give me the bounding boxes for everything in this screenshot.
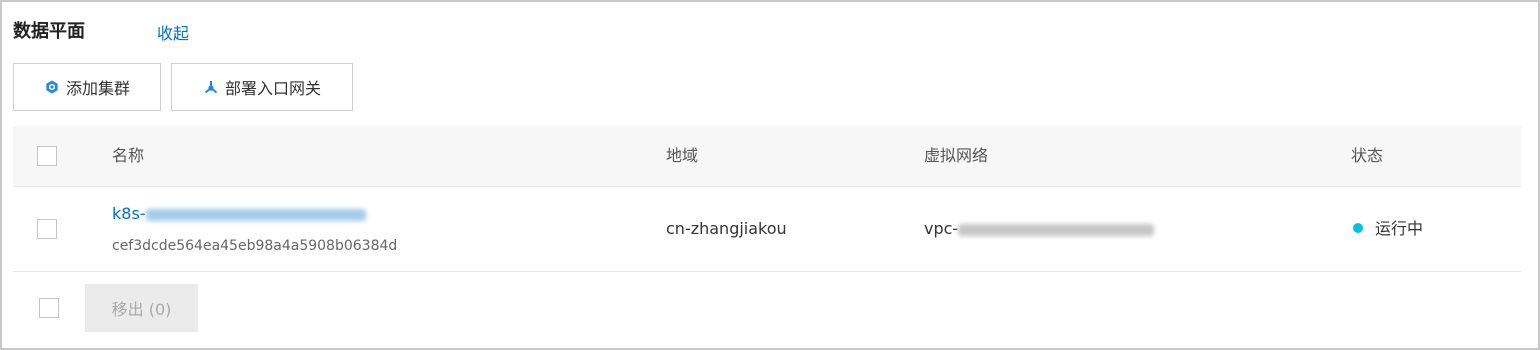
add-cluster-label: 添加集群 — [65, 79, 130, 98]
data-plane-panel: 数据平面 收起 添加集群 部署入口网关 名称 地域 虚拟网络 状态 k8s- c… — [0, 0, 1540, 350]
section-title: 数据平面 — [13, 21, 85, 42]
column-header-status: 状态 — [1351, 146, 1384, 165]
vpc-value: vpc- — [924, 218, 1155, 240]
redacted-cluster-name — [145, 208, 366, 221]
table-header: 名称 地域 虚拟网络 状态 — [13, 126, 1521, 187]
select-all-checkbox[interactable] — [37, 146, 57, 166]
collapse-link[interactable]: 收起 — [157, 23, 189, 45]
deploy-gateway-button[interactable]: 部署入口网关 — [171, 63, 353, 111]
gateway-icon — [203, 79, 219, 95]
region-value: cn-zhangjiakou — [666, 219, 787, 238]
cluster-table: 名称 地域 虚拟网络 状态 k8s- cef3dcde564ea45eb98a4… — [13, 126, 1521, 272]
status-cell: 运行中 — [1353, 218, 1423, 240]
redacted-vpc-id — [958, 223, 1155, 236]
column-header-name: 名称 — [112, 146, 145, 165]
footer-select-all-checkbox[interactable] — [39, 298, 59, 318]
cluster-name-link[interactable]: k8s- — [112, 203, 366, 225]
column-header-vpc: 虚拟网络 — [924, 146, 989, 165]
add-cluster-button[interactable]: 添加集群 — [13, 63, 161, 111]
column-header-region: 地域 — [666, 146, 699, 165]
cluster-name-prefix[interactable]: k8s- — [112, 204, 146, 223]
status-text: 运行中 — [1375, 219, 1424, 238]
table-row: k8s- cef3dcde564ea45eb98a4a5908b06384d c… — [13, 187, 1521, 272]
remove-button[interactable]: 移出 (0) — [85, 284, 198, 332]
deploy-gateway-label: 部署入口网关 — [224, 79, 321, 98]
vpc-prefix: vpc- — [924, 219, 959, 238]
status-running-icon — [1353, 222, 1363, 233]
cluster-icon — [44, 79, 60, 95]
row-checkbox[interactable] — [37, 219, 57, 239]
cluster-id: cef3dcde564ea45eb98a4a5908b06384d — [112, 238, 398, 254]
